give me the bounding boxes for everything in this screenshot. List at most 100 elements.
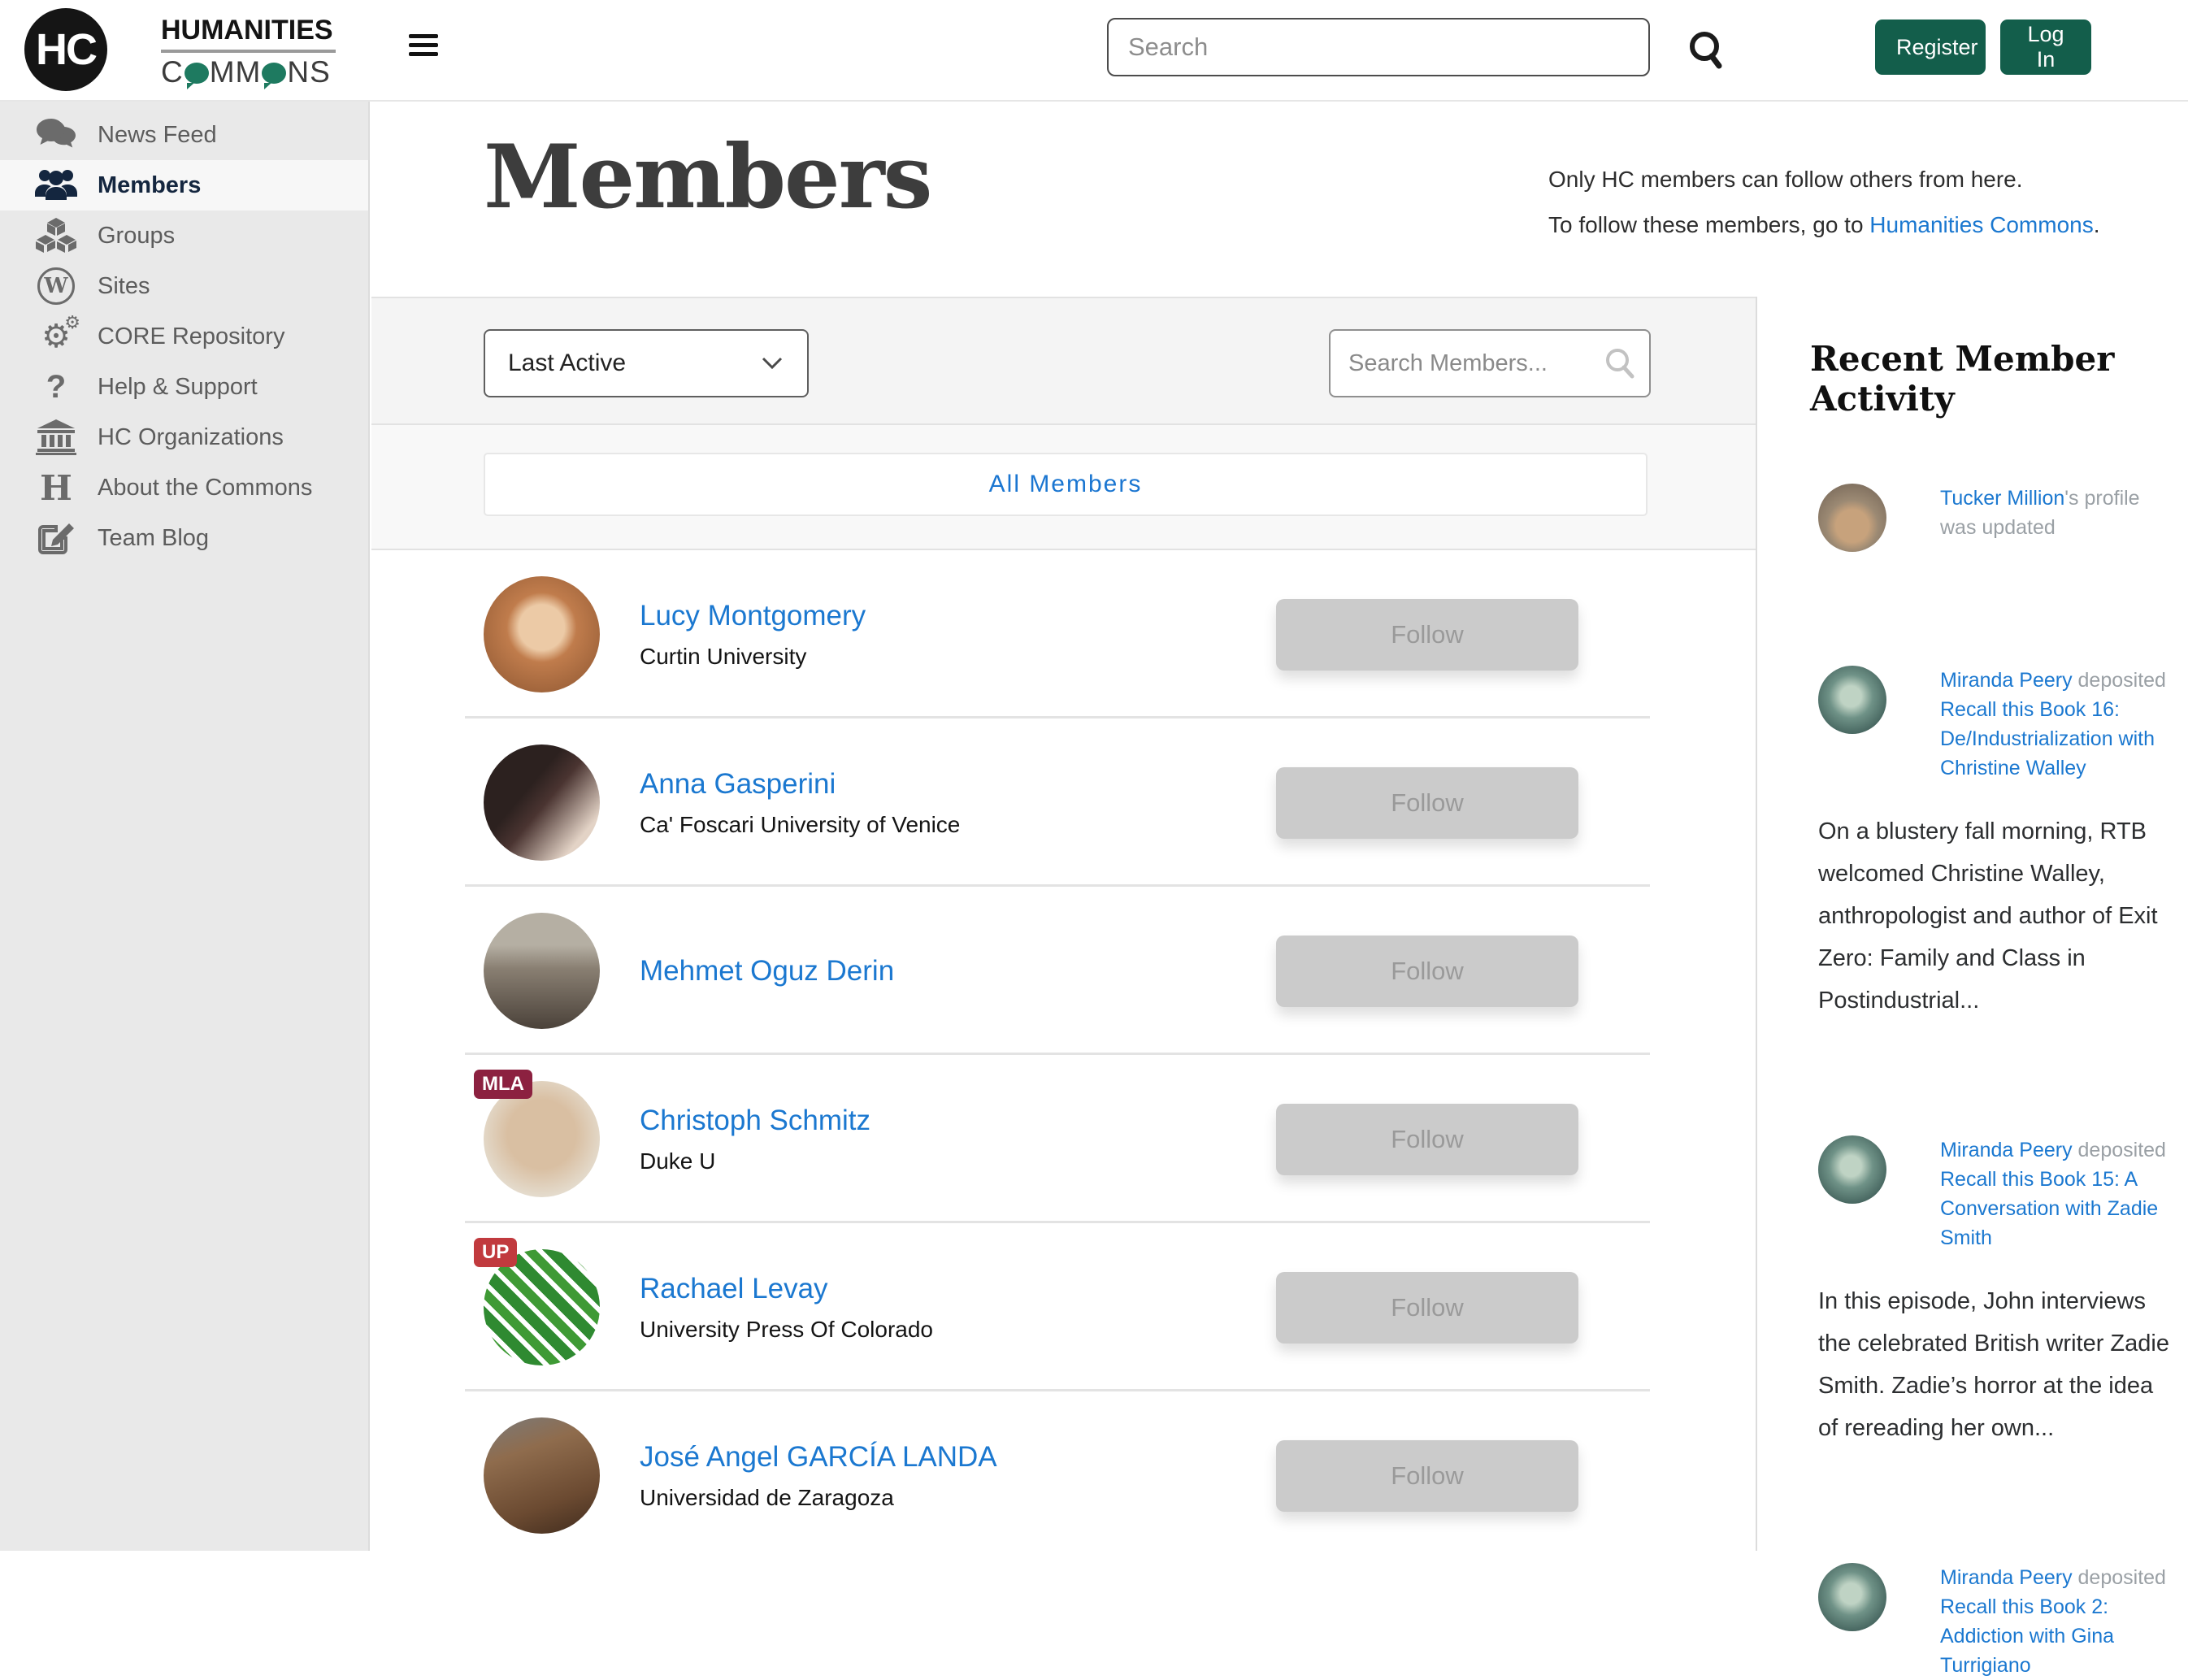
humanities-commons-logo[interactable]: HUMANITIES C MM NS [161, 15, 336, 89]
sidebar-item-help-support[interactable]: ? Help & Support [0, 362, 368, 412]
activity-excerpt: On a blustery fall morning, RTB welcomed… [1818, 810, 2177, 1022]
follow-button[interactable]: Follow [1276, 936, 1578, 1007]
member-name-link[interactable]: Mehmet Oguz Derin [640, 955, 894, 988]
members-main-column: Last Active All Members [371, 297, 1756, 1551]
sidebar-item-label: Sites [98, 273, 150, 300]
sidebar-item-label: HC Organizations [98, 424, 284, 451]
activity-actor-link[interactable]: Miranda Peery [1940, 1139, 2073, 1161]
speech-bubble-icon [262, 63, 286, 84]
logo-line1: HUMANITIES [161, 15, 336, 53]
sidebar-item-members[interactable]: Members [0, 160, 368, 211]
avatar[interactable] [484, 576, 600, 692]
member-name-link[interactable]: Lucy Montgomery [640, 600, 866, 632]
logo-letter: C [161, 55, 184, 89]
activity-actor-link[interactable]: Miranda Peery [1940, 669, 2073, 692]
bank-icon [29, 418, 83, 457]
activity-item: Miranda Peery deposited Recall this Book… [1810, 1135, 2188, 1449]
sidebar-item-team-blog[interactable]: Team Blog [0, 513, 368, 563]
sidebar-item-hc-organizations[interactable]: HC Organizations [0, 412, 368, 462]
top-bar: HC HUMANITIES C MM NS Register Log In [0, 0, 2188, 102]
activity-excerpt: In this episode, John interviews the cel… [1818, 1280, 2177, 1449]
page-title: Members [484, 126, 931, 228]
hc-logo-icon[interactable]: HC [24, 8, 107, 91]
sidebar-item-label: About the Commons [98, 475, 312, 501]
member-affiliation: Duke U [640, 1148, 870, 1174]
activity-actor-link[interactable]: Tucker Million [1940, 487, 2064, 510]
follow-button[interactable]: Follow [1276, 767, 1578, 839]
sidebar-item-groups[interactable]: Groups [0, 211, 368, 261]
activity-deposit-link[interactable]: Recall this Book 15: A Conversation with… [1940, 1168, 2158, 1249]
member-name-link[interactable]: Anna Gasperini [640, 768, 836, 801]
h-letter-icon: H [29, 468, 83, 507]
activity-meta: Tucker Million's profile was updated [1940, 484, 2177, 552]
register-button[interactable]: Register [1875, 20, 1986, 75]
site-search-input[interactable] [1107, 18, 1650, 76]
member-row: Mehmet Oguz Derin Follow [371, 887, 1756, 1055]
activity-item: Miranda Peery deposited Recall this Book… [1810, 1563, 2188, 1680]
humanities-commons-link[interactable]: Humanities Commons [1869, 212, 2093, 237]
member-affiliation: Ca' Foscari University of Venice [640, 812, 960, 838]
members-tab-band: All Members [371, 425, 1756, 549]
members-icon [29, 166, 83, 205]
sidebar-item-news-feed[interactable]: News Feed [0, 110, 368, 160]
avatar[interactable] [1818, 666, 1886, 734]
avatar[interactable] [1818, 1135, 1886, 1204]
member-name-link[interactable]: José Angel GARCÍA LANDA [640, 1441, 997, 1474]
activity-item: Tucker Million's profile was updated [1810, 484, 2188, 552]
follow-button[interactable]: Follow [1276, 1440, 1578, 1512]
member-row: UP Rachael Levay University Press Of Col… [371, 1223, 1756, 1391]
activity-actor-link[interactable]: Miranda Peery [1940, 1566, 2073, 1589]
member-name-link[interactable]: Rachael Levay [640, 1273, 828, 1305]
activity-deposit-link[interactable]: Recall this Book 16: De/Industrializatio… [1940, 698, 2155, 779]
comments-icon [29, 115, 83, 154]
follow-button[interactable]: Follow [1276, 599, 1578, 671]
sort-select-value: Last Active [508, 349, 626, 377]
filter-bar: Last Active [371, 297, 1756, 425]
member-row: MLA Christoph Schmitz Duke U Follow [371, 1055, 1756, 1223]
recent-activity-title: Recent Member Activity [1810, 339, 2188, 419]
member-affiliation: University Press Of Colorado [640, 1317, 933, 1343]
members-directory-page: { "topbar": { "logo_initials": "HC", "lo… [0, 0, 2188, 1551]
sidebar-item-sites[interactable]: W Sites [0, 261, 368, 311]
sort-select[interactable]: Last Active [484, 329, 809, 397]
follow-notice: Only HC members can follow others from h… [1548, 157, 2100, 248]
wordpress-icon: W [29, 267, 83, 306]
activity-meta: Miranda Peery deposited Recall this Book… [1940, 666, 2177, 783]
search-submit-icon[interactable] [1684, 27, 1731, 74]
follow-button[interactable]: Follow [1276, 1104, 1578, 1175]
member-row: Lucy Montgomery Curtin University Follow [371, 550, 1756, 718]
members-search-icon[interactable] [1602, 345, 1638, 381]
member-name-link[interactable]: Christoph Schmitz [640, 1105, 870, 1137]
activity-meta: Miranda Peery deposited Recall this Book… [1940, 1135, 2177, 1252]
mla-badge: MLA [474, 1070, 532, 1099]
page-header: Members Only HC members can follow other… [371, 103, 2188, 297]
notice-line2-text: To follow these members, go to [1548, 212, 1869, 237]
sidebar-item-about-the-commons[interactable]: H About the Commons [0, 462, 368, 513]
menu-toggle-icon[interactable] [409, 34, 438, 62]
activity-action-text: deposited [2073, 1566, 2166, 1589]
avatar[interactable] [484, 1417, 600, 1534]
avatar[interactable] [484, 744, 600, 861]
follow-button[interactable]: Follow [1276, 1272, 1578, 1344]
avatar[interactable] [1818, 484, 1886, 552]
activity-deposit-link[interactable]: Recall this Book 2: Addiction with Gina … [1940, 1595, 2114, 1677]
sidebar-item-label: News Feed [98, 122, 217, 149]
speech-bubble-icon [185, 63, 209, 84]
activity-action-text: deposited [2073, 1139, 2166, 1161]
sidebar-item-label: Members [98, 172, 201, 199]
activity-item: Miranda Peery deposited Recall this Book… [1810, 666, 2188, 1022]
sidebar-item-label: CORE Repository [98, 323, 284, 350]
question-icon: ? [29, 367, 83, 406]
tab-all-members-label: All Members [989, 471, 1143, 498]
sidebar-item-core-repository[interactable]: ⚙⚙ CORE Repository [0, 311, 368, 362]
tab-all-members[interactable]: All Members [484, 453, 1648, 516]
notice-line1: Only HC members can follow others from h… [1548, 157, 2100, 202]
login-button[interactable]: Log In [2000, 20, 2091, 75]
avatar[interactable] [1818, 1563, 1886, 1631]
cubes-icon [29, 216, 83, 255]
activity-action-text: deposited [2073, 669, 2166, 692]
sidebar-item-label: Help & Support [98, 374, 258, 401]
left-sidebar: News Feed Members Groups W Sites [0, 102, 370, 1551]
activity-meta: Miranda Peery deposited Recall this Book… [1940, 1563, 2177, 1680]
avatar[interactable] [484, 913, 600, 1029]
